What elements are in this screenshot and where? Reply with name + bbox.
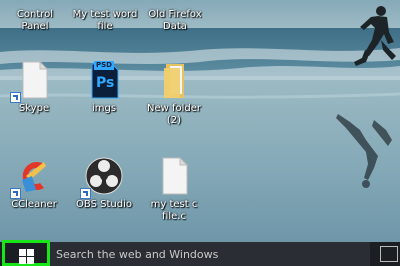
- psd-badge: PSD: [94, 61, 114, 70]
- icon-label: Old Firefox: [148, 9, 202, 20]
- icon-label: file.c: [162, 211, 186, 222]
- icon-label: Panel: [21, 21, 49, 32]
- desktop-icon-my-test-word-file[interactable]: My test word file: [70, 9, 140, 33]
- file-icon: [154, 156, 194, 196]
- photoshop-file-icon: PSD Ps: [84, 60, 124, 100]
- icon-label: OBS Studio: [76, 199, 132, 210]
- search-placeholder: Search the web and Windows: [56, 248, 219, 261]
- start-button[interactable]: [2, 240, 50, 266]
- desktop-icon-imgs[interactable]: PSD Ps imgs: [72, 60, 136, 115]
- desktop-icon-obs-studio[interactable]: OBS Studio: [72, 156, 136, 211]
- desktop-icon-ccleaner[interactable]: CCleaner: [2, 156, 66, 211]
- icon-label: imgs: [91, 103, 117, 114]
- shortcut-arrow-icon: [10, 92, 21, 103]
- desktop-icon-skype[interactable]: Skype: [2, 60, 66, 115]
- icon-label: (2): [166, 115, 182, 126]
- icon-label: Data: [163, 21, 187, 32]
- shortcut-arrow-icon: [10, 188, 21, 199]
- taskbar: Search the web and Windows: [0, 240, 400, 266]
- icon-label: New folder: [146, 103, 202, 114]
- icon-label: Skype: [18, 103, 50, 114]
- shortcut-arrow-icon: [80, 188, 91, 199]
- icon-label: my test c: [150, 199, 198, 210]
- obs-icon: [80, 156, 124, 199]
- icon-label: My test word: [72, 9, 138, 20]
- file-icon: [10, 60, 54, 103]
- icon-label: Control: [16, 9, 54, 20]
- desktop-icon-my-test-c-file[interactable]: my test c file.c: [142, 156, 206, 223]
- icon-label: file: [97, 21, 113, 32]
- taskbar-search-box[interactable]: Search the web and Windows: [50, 242, 370, 266]
- icon-label: CCleaner: [11, 199, 57, 210]
- task-view-icon[interactable]: [380, 246, 398, 262]
- desktop-icon-new-folder-2[interactable]: New folder (2): [142, 60, 206, 127]
- ps-glyph: Ps: [96, 75, 115, 91]
- desktop-icon-control-panel[interactable]: Control Panel: [0, 9, 70, 33]
- ccleaner-icon: [10, 156, 54, 199]
- desktop-icon-old-firefox-data[interactable]: Old Firefox Data: [140, 9, 210, 33]
- folder-icon: [154, 60, 194, 100]
- windows-logo-icon: [18, 248, 34, 264]
